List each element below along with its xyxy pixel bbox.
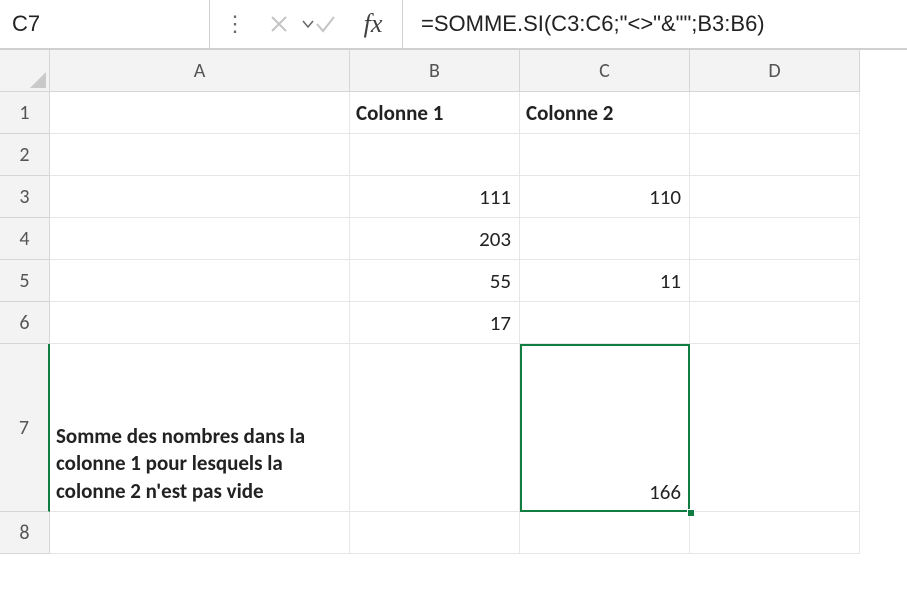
cell-D6[interactable] <box>690 302 860 344</box>
spreadsheet-grid: A B C D 1 Colonne 1 Colonne 2 2 3 111 11… <box>0 50 907 554</box>
cell-B2[interactable] <box>350 134 520 176</box>
cell-B6[interactable]: 17 <box>350 302 520 344</box>
fx-icon[interactable]: fx <box>354 7 392 41</box>
row-header-6[interactable]: 6 <box>0 302 50 344</box>
formula-bar-buttons: ⋮ fx <box>210 0 403 49</box>
row-header-1[interactable]: 1 <box>0 92 50 134</box>
cell-D2[interactable] <box>690 134 860 176</box>
vertical-dots-icon[interactable]: ⋮ <box>220 13 250 35</box>
row-header-2[interactable]: 2 <box>0 134 50 176</box>
cell-A2[interactable] <box>50 134 350 176</box>
formula-input-container <box>403 0 907 49</box>
cell-C2[interactable] <box>520 134 690 176</box>
cell-A7[interactable]: Somme des nombres dans la colonne 1 pour… <box>50 344 350 512</box>
col-header-B[interactable]: B <box>350 50 520 92</box>
col-header-D[interactable]: D <box>690 50 860 92</box>
cell-A5[interactable] <box>50 260 350 302</box>
cell-D3[interactable] <box>690 176 860 218</box>
cell-D1[interactable] <box>690 92 860 134</box>
cell-D7[interactable] <box>690 344 860 512</box>
formula-input[interactable] <box>419 10 891 38</box>
cell-B8[interactable] <box>350 512 520 554</box>
cell-A6[interactable] <box>50 302 350 344</box>
cell-B7[interactable] <box>350 344 520 512</box>
cell-C8[interactable] <box>520 512 690 554</box>
cell-B1[interactable]: Colonne 1 <box>350 92 520 134</box>
cell-B3[interactable]: 111 <box>350 176 520 218</box>
cell-C6[interactable] <box>520 302 690 344</box>
row-header-4[interactable]: 4 <box>0 218 50 260</box>
row-header-8[interactable]: 8 <box>0 512 50 554</box>
cell-C3[interactable]: 110 <box>520 176 690 218</box>
col-header-A[interactable]: A <box>50 50 350 92</box>
name-box-container <box>0 0 210 49</box>
col-header-C[interactable]: C <box>520 50 690 92</box>
cell-D8[interactable] <box>690 512 860 554</box>
cell-A4[interactable] <box>50 218 350 260</box>
accept-formula-icon[interactable] <box>308 7 342 41</box>
cell-B5[interactable]: 55 <box>350 260 520 302</box>
formula-bar: ⋮ fx <box>0 0 907 50</box>
cell-D4[interactable] <box>690 218 860 260</box>
cell-D5[interactable] <box>690 260 860 302</box>
cell-C7[interactable]: 166 <box>520 344 690 512</box>
cancel-formula-icon[interactable] <box>262 7 296 41</box>
row-header-5[interactable]: 5 <box>0 260 50 302</box>
cell-A3[interactable] <box>50 176 350 218</box>
cell-A8[interactable] <box>50 512 350 554</box>
select-all-corner[interactable] <box>0 50 50 92</box>
row-header-7[interactable]: 7 <box>0 344 50 512</box>
fill-handle[interactable] <box>687 509 695 517</box>
cell-C1[interactable]: Colonne 2 <box>520 92 690 134</box>
cell-C4[interactable] <box>520 218 690 260</box>
cell-A1[interactable] <box>50 92 350 134</box>
cell-C5[interactable]: 11 <box>520 260 690 302</box>
cell-B4[interactable]: 203 <box>350 218 520 260</box>
row-header-3[interactable]: 3 <box>0 176 50 218</box>
